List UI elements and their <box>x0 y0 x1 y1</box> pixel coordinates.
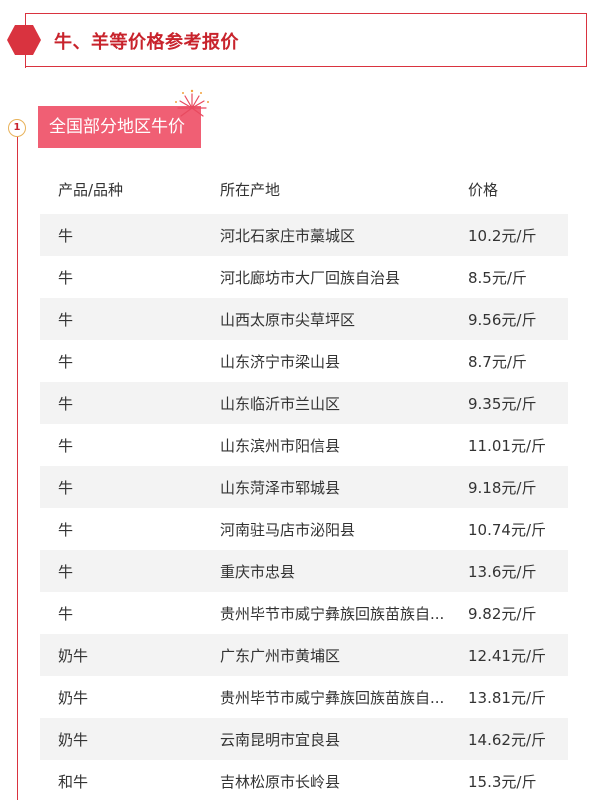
table-header: 产品/品种 所在产地 价格 <box>40 168 568 210</box>
table-row: 牛 贵州毕节市威宁彝族回族苗族自... 9.82元/斤 <box>40 592 568 634</box>
price-cell: 10.74元/斤 <box>468 521 546 539</box>
table-row: 牛 重庆市忠县 13.6元/斤 <box>40 550 568 592</box>
origin-cell: 河南驻马店市泌阳县 <box>220 521 356 539</box>
price-cell: 13.6元/斤 <box>468 563 537 581</box>
table-row: 牛 山东临沂市兰山区 9.35元/斤 <box>40 382 568 424</box>
price-cell: 14.62元/斤 <box>468 731 546 749</box>
firework-icon <box>175 89 209 117</box>
table-row: 牛 山西太原市尖草坪区 9.56元/斤 <box>40 298 568 340</box>
product-cell: 牛 <box>58 479 74 497</box>
product-cell: 牛 <box>58 311 74 329</box>
page: 牛、羊等价格参考报价 1 全国部分地区牛价 产品/品种 所在产地 价格 牛 河北… <box>0 0 601 800</box>
product-cell: 牛 <box>58 563 74 581</box>
price-cell: 8.5元/斤 <box>468 269 527 287</box>
page-title: 牛、羊等价格参考报价 <box>54 32 239 53</box>
timeline-line <box>17 128 18 800</box>
product-cell: 牛 <box>58 521 74 539</box>
table-row: 牛 山东济宁市梁山县 8.7元/斤 <box>40 340 568 382</box>
price-cell: 9.35元/斤 <box>468 395 537 413</box>
origin-cell: 山东济宁市梁山县 <box>220 353 341 371</box>
product-cell: 牛 <box>58 605 74 623</box>
price-cell: 13.81元/斤 <box>468 689 546 707</box>
origin-cell: 重庆市忠县 <box>220 563 296 581</box>
origin-cell: 吉林松原市长岭县 <box>220 773 341 791</box>
origin-cell: 河北廊坊市大厂回族自治县 <box>220 269 401 287</box>
origin-cell: 山东菏泽市郓城县 <box>220 479 341 497</box>
price-cell: 10.2元/斤 <box>468 227 537 245</box>
column-header-price: 价格 <box>468 181 499 199</box>
product-cell: 奶牛 <box>58 647 89 665</box>
table-row: 牛 山东菏泽市郓城县 9.18元/斤 <box>40 466 568 508</box>
price-cell: 9.18元/斤 <box>468 479 537 497</box>
table-row: 奶牛 广东广州市黄埔区 12.41元/斤 <box>40 634 568 676</box>
product-cell: 和牛 <box>58 773 89 791</box>
table-row: 奶牛 云南昆明市宜良县 14.62元/斤 <box>40 718 568 760</box>
origin-cell: 贵州毕节市威宁彝族回族苗族自... <box>220 605 445 623</box>
hexagon-icon <box>7 25 41 55</box>
origin-cell: 河北石家庄市藁城区 <box>220 227 356 245</box>
product-cell: 牛 <box>58 353 74 371</box>
table-row: 和牛 吉林松原市长岭县 15.3元/斤 <box>40 760 568 800</box>
price-cell: 11.01元/斤 <box>468 437 546 455</box>
column-header-origin: 所在产地 <box>220 181 281 199</box>
product-cell: 牛 <box>58 437 74 455</box>
origin-cell: 山东临沂市兰山区 <box>220 395 341 413</box>
table-row: 牛 山东滨州市阳信县 11.01元/斤 <box>40 424 568 466</box>
price-cell: 15.3元/斤 <box>468 773 537 791</box>
table-row: 牛 河北廊坊市大厂回族自治县 8.5元/斤 <box>40 256 568 298</box>
origin-cell: 贵州毕节市威宁彝族回族苗族自... <box>220 689 445 707</box>
origin-cell: 云南昆明市宜良县 <box>220 731 341 749</box>
price-table: 牛 河北石家庄市藁城区 10.2元/斤 牛 河北廊坊市大厂回族自治县 8.5元/… <box>40 214 568 800</box>
origin-cell: 山西太原市尖草坪区 <box>220 311 356 329</box>
origin-cell: 山东滨州市阳信县 <box>220 437 341 455</box>
column-header-product: 产品/品种 <box>58 181 124 199</box>
table-row: 奶牛 贵州毕节市威宁彝族回族苗族自... 13.81元/斤 <box>40 676 568 718</box>
price-cell: 9.82元/斤 <box>468 605 537 623</box>
price-cell: 9.56元/斤 <box>468 311 537 329</box>
table-row: 牛 河南驻马店市泌阳县 10.74元/斤 <box>40 508 568 550</box>
price-cell: 12.41元/斤 <box>468 647 546 665</box>
price-cell: 8.7元/斤 <box>468 353 527 371</box>
origin-cell: 广东广州市黄埔区 <box>220 647 341 665</box>
product-cell: 奶牛 <box>58 731 89 749</box>
product-cell: 牛 <box>58 269 74 287</box>
product-cell: 奶牛 <box>58 689 89 707</box>
product-cell: 牛 <box>58 395 74 413</box>
product-cell: 牛 <box>58 227 74 245</box>
step-number-badge: 1 <box>8 119 26 137</box>
table-row: 牛 河北石家庄市藁城区 10.2元/斤 <box>40 214 568 256</box>
